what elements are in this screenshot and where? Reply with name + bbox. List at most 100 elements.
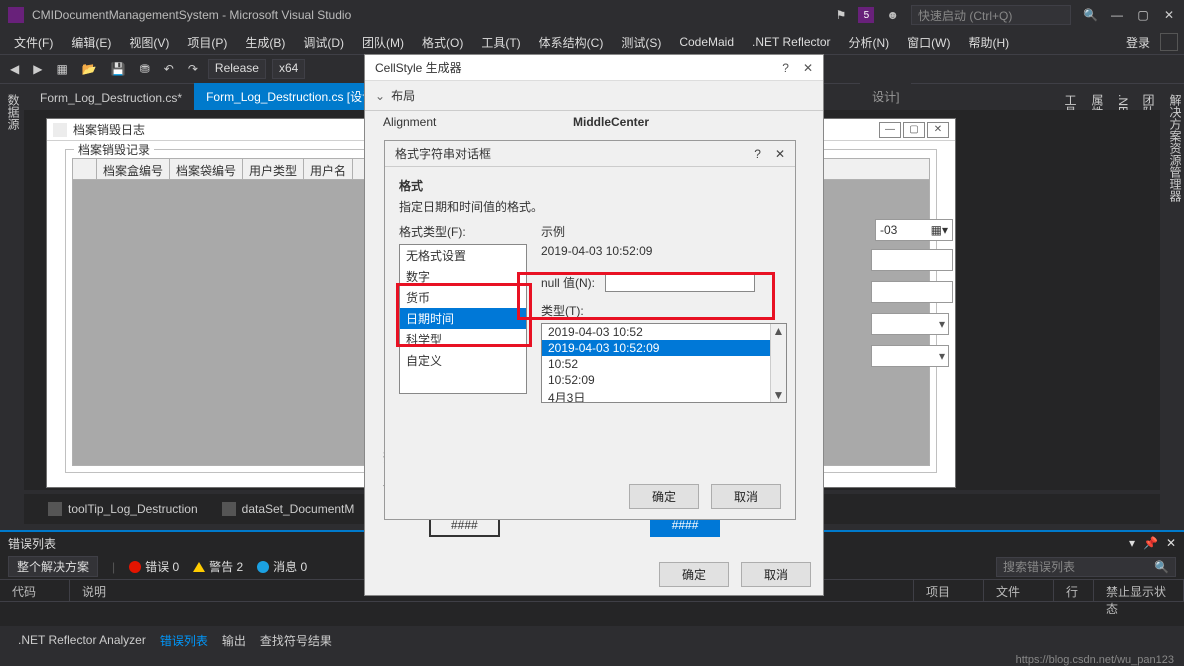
btab-reflector[interactable]: .NET Reflector Analyzer: [18, 633, 146, 647]
menu-view[interactable]: 视图(V): [121, 32, 177, 53]
tray-tooltip[interactable]: toolTip_Log_Destruction: [48, 502, 198, 516]
pattern-3[interactable]: 10:52:09: [542, 372, 786, 388]
pattern-0[interactable]: 2019-04-03 10:52: [542, 324, 786, 340]
scope-select[interactable]: 整个解决方案: [8, 556, 98, 577]
combo-1[interactable]: ▾: [871, 313, 949, 335]
open-icon[interactable]: 📂: [78, 60, 101, 78]
filter-warnings[interactable]: 警告 2: [193, 558, 243, 575]
btab-output[interactable]: 输出: [222, 632, 246, 649]
feedback-icon[interactable]: ☻: [886, 8, 899, 22]
form-min-icon[interactable]: —: [879, 122, 901, 138]
menu-codemaid[interactable]: CodeMaid: [671, 33, 742, 51]
format-title: 格式字符串对话框: [395, 145, 491, 162]
save-icon[interactable]: 💾: [107, 60, 130, 78]
menu-analyze[interactable]: 分析(N): [841, 32, 898, 53]
cellstyle-help-icon[interactable]: ?: [782, 61, 789, 75]
errorlist-dropdown-icon[interactable]: ▾: [1129, 536, 1135, 550]
nav-fwd-icon[interactable]: ▶: [29, 60, 46, 78]
grid-col-0[interactable]: 档案盒编号: [97, 159, 170, 179]
format-cancel-button[interactable]: 取消: [711, 484, 781, 509]
pattern-1[interactable]: 2019-04-03 10:52:09: [542, 340, 786, 356]
format-type-listbox[interactable]: 无格式设置 数字 货币 日期时间 科学型 自定义: [399, 244, 527, 394]
menu-window[interactable]: 窗口(W): [899, 32, 958, 53]
grid-rowheader[interactable]: [73, 159, 97, 179]
btab-errorlist[interactable]: 错误列表: [160, 632, 208, 649]
type-pattern-listbox[interactable]: 2019-04-03 10:52 2019-04-03 10:52:09 10:…: [541, 323, 787, 403]
close-button[interactable]: ✕: [1162, 8, 1176, 22]
btab-findsymbol[interactable]: 查找符号结果: [260, 632, 332, 649]
col-line[interactable]: 行: [1054, 580, 1094, 601]
menu-help[interactable]: 帮助(H): [961, 32, 1018, 53]
col-code[interactable]: 代码: [0, 580, 70, 601]
menu-debug[interactable]: 调试(D): [295, 32, 352, 53]
new-project-icon[interactable]: ▦: [52, 60, 71, 78]
filter-messages[interactable]: 消息 0: [257, 558, 307, 575]
menu-file[interactable]: 文件(F): [6, 32, 61, 53]
tab-form-design[interactable]: Form_Log_Destruction.cs [设计: [194, 83, 386, 110]
platform-select[interactable]: x64: [272, 59, 305, 79]
col-proj[interactable]: 项目: [914, 580, 984, 601]
textbox-1[interactable]: [871, 249, 953, 271]
filter-errors[interactable]: 错误 0: [129, 558, 179, 575]
form-max-icon[interactable]: ▢: [903, 122, 925, 138]
errorlist-pin-icon[interactable]: 📌: [1143, 536, 1158, 550]
type-item-0[interactable]: 无格式设置: [400, 245, 526, 266]
pattern-4[interactable]: 4月3日: [542, 388, 786, 403]
section-layout[interactable]: ⌄ 布局: [365, 81, 823, 111]
prop-alignment[interactable]: Alignment MiddleCenter: [365, 111, 823, 133]
menu-arch[interactable]: 体系结构(C): [531, 32, 612, 53]
combo-2[interactable]: ▾: [871, 345, 949, 367]
quick-launch-input[interactable]: 快速启动 (Ctrl+Q): [911, 5, 1071, 25]
menu-tools[interactable]: 工具(T): [473, 32, 528, 53]
format-close-icon[interactable]: ✕: [775, 147, 785, 161]
grid-col-3[interactable]: 用户名: [304, 159, 353, 179]
tray-dataset[interactable]: dataSet_DocumentM: [222, 502, 355, 516]
redo-icon[interactable]: ↷: [184, 60, 202, 78]
minimize-button[interactable]: —: [1110, 8, 1124, 22]
errorlist-close-icon[interactable]: ✕: [1166, 536, 1176, 550]
example-value: 2019-04-03 10:52:09: [541, 244, 787, 258]
tab-design-dup[interactable]: 设计]: [860, 83, 911, 110]
cellstyle-title: CellStyle 生成器: [375, 59, 462, 76]
menu-edit[interactable]: 编辑(E): [63, 32, 119, 53]
errorlist-search-input[interactable]: 搜索错误列表🔍: [996, 557, 1176, 577]
menu-team[interactable]: 团队(M): [354, 32, 412, 53]
cellstyle-close-icon[interactable]: ✕: [803, 61, 813, 75]
undo-icon[interactable]: ↶: [160, 60, 178, 78]
grid-col-2[interactable]: 用户类型: [243, 159, 304, 179]
user-icon[interactable]: [1160, 33, 1178, 51]
tab-form-cs[interactable]: Form_Log_Destruction.cs*: [28, 86, 194, 110]
format-type-label: 格式类型(F):: [399, 223, 527, 240]
form-close-icon[interactable]: ✕: [927, 122, 949, 138]
type-item-2[interactable]: 货币: [400, 287, 526, 308]
notification-badge[interactable]: 5: [858, 7, 874, 23]
date-field[interactable]: -03▦▾: [875, 219, 953, 241]
menu-test[interactable]: 测试(S): [613, 32, 669, 53]
menu-project[interactable]: 项目(P): [179, 32, 235, 53]
menu-build[interactable]: 生成(B): [237, 32, 293, 53]
type-item-5[interactable]: 自定义: [400, 350, 526, 371]
nav-back-icon[interactable]: ◀: [6, 60, 23, 78]
pattern-2[interactable]: 10:52: [542, 356, 786, 372]
notification-flag-icon[interactable]: ⚑: [836, 8, 847, 22]
col-suppress[interactable]: 禁止显示状态: [1094, 580, 1184, 601]
type-item-4[interactable]: 科学型: [400, 329, 526, 350]
signin-link[interactable]: 登录: [1126, 34, 1158, 51]
type-item-3[interactable]: 日期时间: [400, 308, 526, 329]
menu-reflector[interactable]: .NET Reflector: [744, 33, 838, 51]
cellstyle-ok-button[interactable]: 确定: [659, 562, 729, 587]
scrollbar[interactable]: ▲▼: [770, 324, 786, 402]
quick-launch-search-icon[interactable]: 🔍: [1083, 8, 1098, 22]
maximize-button[interactable]: ▢: [1136, 8, 1150, 22]
menu-format[interactable]: 格式(O): [414, 32, 471, 53]
textbox-2[interactable]: [871, 281, 953, 303]
cellstyle-cancel-button[interactable]: 取消: [741, 562, 811, 587]
grid-col-1[interactable]: 档案袋编号: [170, 159, 243, 179]
format-ok-button[interactable]: 确定: [629, 484, 699, 509]
config-select[interactable]: Release: [208, 59, 266, 79]
col-file[interactable]: 文件: [984, 580, 1054, 601]
format-help-icon[interactable]: ?: [754, 147, 761, 161]
null-value-input[interactable]: [605, 272, 755, 292]
type-item-1[interactable]: 数字: [400, 266, 526, 287]
save-all-icon[interactable]: ⛃: [136, 60, 154, 78]
